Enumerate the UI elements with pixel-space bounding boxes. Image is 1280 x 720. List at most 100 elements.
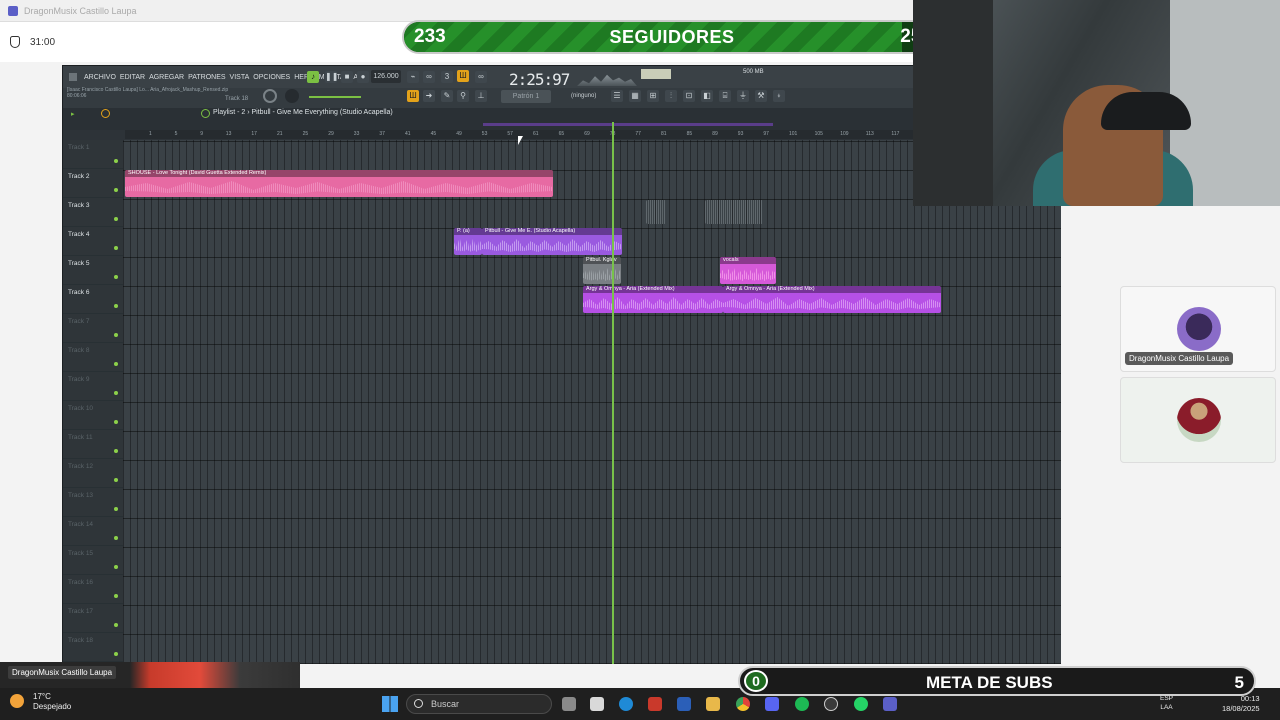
task-view-icon[interactable]: [562, 697, 576, 711]
plug-icon[interactable]: ⏚: [737, 90, 749, 102]
master-pitch-knob[interactable]: [285, 89, 299, 103]
song-mode-toggle[interactable]: ♪: [307, 71, 319, 83]
master-volume-slider[interactable]: [309, 96, 361, 98]
pattern-song-icon[interactable]: Ш: [407, 90, 419, 102]
track-header[interactable]: Track 4: [63, 227, 123, 256]
browser-icon[interactable]: ⊡: [683, 90, 695, 102]
track-mute-led[interactable]: [114, 246, 118, 250]
track-mute-led[interactable]: [114, 275, 118, 279]
track-mute-led[interactable]: [114, 536, 118, 540]
track-header[interactable]: Track 6: [63, 285, 123, 314]
wait-icon[interactable]: ∞: [423, 71, 435, 83]
track-mute-led[interactable]: [114, 623, 118, 627]
audio-clip[interactable]: SHOUSE - Love Tonight (David Guetta Exte…: [125, 170, 553, 197]
input-language[interactable]: ESP LAA: [1160, 694, 1173, 712]
track-header[interactable]: Track 10: [63, 401, 123, 430]
audio-clip[interactable]: Pitbul. Kglav: [583, 257, 621, 284]
track-mute-led[interactable]: [114, 362, 118, 366]
menu-archivo[interactable]: ARCHIVO: [83, 74, 117, 81]
stop-button[interactable]: ■: [341, 71, 353, 83]
track-header[interactable]: Track 5: [63, 256, 123, 285]
track-mute-led[interactable]: [114, 449, 118, 453]
track-header[interactable]: Track 17: [63, 604, 123, 633]
track-mute-led[interactable]: [114, 420, 118, 424]
fl-window-icon[interactable]: [69, 73, 77, 81]
teams-taskbar-icon[interactable]: [883, 697, 897, 711]
menu-vista[interactable]: VISTA: [229, 74, 251, 81]
track-mute-led[interactable]: [114, 217, 118, 221]
track-header[interactable]: Track 11: [63, 430, 123, 459]
menu-editar[interactable]: EDITAR: [119, 74, 146, 81]
arrow-right-icon[interactable]: ➜: [423, 90, 435, 102]
link-icon[interactable]: ⚲: [457, 90, 469, 102]
muted-clip[interactable]: [705, 200, 763, 224]
file-explorer-icon[interactable]: [706, 697, 720, 711]
track-header[interactable]: Track 2: [63, 169, 123, 198]
menu-agregar[interactable]: AGREGAR: [148, 74, 185, 81]
taskbar-search[interactable]: Buscar: [406, 694, 552, 714]
mixer-icon[interactable]: ⫶: [665, 90, 677, 102]
pattern-selector[interactable]: Patrón 1: [501, 90, 551, 103]
powerpoint-icon[interactable]: [648, 697, 662, 711]
obs-icon[interactable]: [824, 697, 838, 711]
microphone-icon[interactable]: ⍖: [773, 90, 785, 102]
muted-clip[interactable]: [646, 200, 666, 224]
discord-icon[interactable]: [765, 697, 779, 711]
pencil-icon[interactable]: ✎: [441, 90, 453, 102]
track-header[interactable]: Track 14: [63, 517, 123, 546]
master-volume-knob[interactable]: [263, 89, 277, 103]
track-header[interactable]: Track 15: [63, 546, 123, 575]
track-header[interactable]: Track 1: [63, 140, 123, 169]
windows-start-icon[interactable]: [382, 696, 398, 712]
chrome-icon[interactable]: [736, 697, 750, 711]
loop-record-icon[interactable]: ∞: [475, 71, 487, 83]
track-header[interactable]: Track 8: [63, 343, 123, 372]
snap-icon[interactable]: [101, 109, 110, 118]
channel-rack-icon[interactable]: ⊞: [647, 90, 659, 102]
wrench-icon[interactable]: ⚒: [755, 90, 767, 102]
track-mute-led[interactable]: [114, 159, 118, 163]
taskbar-clock[interactable]: 00:13 18/08/2025: [1222, 694, 1260, 714]
track-mute-led[interactable]: [114, 565, 118, 569]
whatsapp-icon[interactable]: [854, 697, 868, 711]
piano-roll-icon[interactable]: ▦: [629, 90, 641, 102]
track-mute-led[interactable]: [114, 188, 118, 192]
playlist-grid[interactable]: SHOUSE - Love Tonight (David Guetta Exte…: [123, 140, 1061, 664]
metronome-icon[interactable]: ⌁: [407, 71, 419, 83]
audio-clip[interactable]: Argy & Omnya - Aria (Extended Mix): [723, 286, 941, 313]
track-header[interactable]: Track 13: [63, 488, 123, 517]
plugin-picker-icon[interactable]: ◧: [701, 90, 713, 102]
preset-selector[interactable]: (ninguno): [571, 93, 596, 99]
audio-clip[interactable]: Argy & Omnya - Aria (Extended Mix): [583, 286, 723, 313]
stamp-icon[interactable]: ⊥: [475, 90, 487, 102]
track-mute-led[interactable]: [114, 304, 118, 308]
edge-icon[interactable]: [619, 697, 633, 711]
audio-clip[interactable]: Pitbull - Give Me E. (Studio Acapella): [482, 228, 622, 255]
track-mute-led[interactable]: [114, 333, 118, 337]
track-header[interactable]: Track 3: [63, 198, 123, 227]
playlist-icon-small[interactable]: [201, 109, 210, 118]
word-icon[interactable]: [677, 697, 691, 711]
step-edit-icon[interactable]: Ш: [457, 70, 469, 82]
track-header[interactable]: Track 12: [63, 459, 123, 488]
pause-button[interactable]: ❚❚: [325, 71, 338, 83]
playlist-icon[interactable]: ☰: [611, 90, 623, 102]
menu-patrones[interactable]: PATRONES: [187, 74, 226, 81]
playhead[interactable]: [612, 122, 614, 664]
audio-clip[interactable]: P. (a): [454, 228, 482, 255]
track-mute-led[interactable]: [114, 391, 118, 395]
touch-keyboard-icon[interactable]: ⌸: [719, 90, 731, 102]
track-header[interactable]: Track 16: [63, 575, 123, 604]
track-header[interactable]: Track 9: [63, 372, 123, 401]
participant-tile-2[interactable]: [1120, 377, 1276, 463]
track-header[interactable]: Track 18: [63, 633, 123, 662]
audio-clip[interactable]: vocals: [720, 257, 776, 284]
playlist-scrollbar[interactable]: [63, 120, 913, 130]
tempo-display[interactable]: 126.000: [371, 70, 401, 83]
menu-opciones[interactable]: OPCIONES: [252, 74, 291, 81]
track-mute-led[interactable]: [114, 507, 118, 511]
countdown-icon[interactable]: 3: [441, 71, 453, 83]
track-header[interactable]: Track 7: [63, 314, 123, 343]
track-mute-led[interactable]: [114, 652, 118, 656]
store-icon[interactable]: [590, 697, 604, 711]
